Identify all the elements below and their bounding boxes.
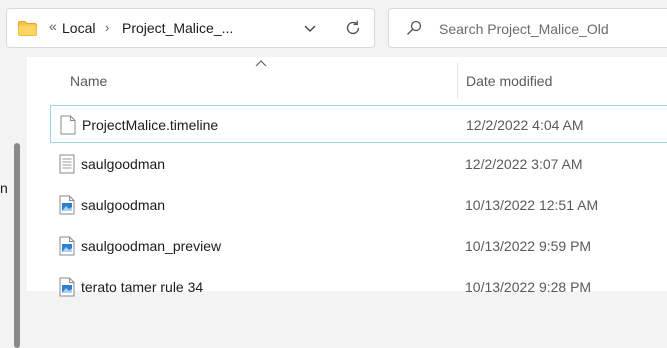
file-date-modified: 10/13/2022 9:59 PM [465, 238, 592, 254]
image-file-icon [59, 236, 75, 256]
file-name: saulgoodman [81, 197, 166, 213]
text-file-icon [59, 154, 75, 174]
title-toolbar: « Local › Project_Malice_... [0, 0, 667, 57]
folder-icon [18, 21, 37, 36]
file-name: terato tamer rule 34 [81, 279, 204, 295]
breadcrumb-local[interactable]: Local [62, 20, 95, 36]
column-divider[interactable] [457, 63, 458, 99]
search-input[interactable] [439, 19, 667, 39]
blank-file-icon [60, 115, 76, 135]
file-row[interactable]: saulgoodman_preview 10/13/2022 9:59 PM [50, 227, 667, 265]
file-date-modified: 12/2/2022 4:04 AM [466, 117, 584, 133]
file-row[interactable]: saulgoodman 10/13/2022 12:51 AM [50, 186, 667, 224]
column-header-date-modified[interactable]: Date modified [466, 73, 552, 89]
image-file-icon [59, 277, 75, 297]
file-date-modified: 10/13/2022 12:51 AM [465, 197, 599, 213]
image-file-icon [59, 195, 75, 215]
file-row[interactable]: ProjectMalice.timeline 12/2/2022 4:04 AM [50, 105, 667, 143]
breadcrumb-project-malice[interactable]: Project_Malice_... [122, 20, 233, 36]
navigation-pane: n [0, 57, 27, 348]
file-name: saulgoodman [81, 156, 166, 172]
file-name: saulgoodman_preview [81, 238, 222, 254]
column-header-name[interactable]: Name [70, 73, 107, 89]
nav-item-label[interactable]: n [0, 180, 8, 196]
overflow-chevron-icon[interactable]: « [49, 18, 57, 34]
file-list: Name Date modified ProjectMalice.timelin… [27, 57, 667, 297]
search-icon [407, 20, 422, 35]
sort-ascending-icon [255, 60, 267, 67]
file-date-modified: 10/13/2022 9:28 PM [465, 279, 592, 295]
breadcrumb-separator-icon[interactable]: › [105, 20, 109, 35]
file-row[interactable]: saulgoodman 12/2/2022 3:07 AM [50, 145, 667, 183]
file-date-modified: 12/2/2022 3:07 AM [465, 156, 583, 172]
chevron-down-icon[interactable] [303, 21, 317, 35]
file-name: ProjectMalice.timeline [82, 117, 219, 133]
address-bar[interactable]: « Local › Project_Malice_... [6, 8, 375, 48]
file-row[interactable]: terato tamer rule 34 10/13/2022 9:28 PM [50, 268, 667, 306]
nav-scrollbar[interactable] [14, 143, 20, 348]
refresh-icon[interactable] [344, 19, 362, 37]
search-box[interactable] [388, 8, 667, 48]
